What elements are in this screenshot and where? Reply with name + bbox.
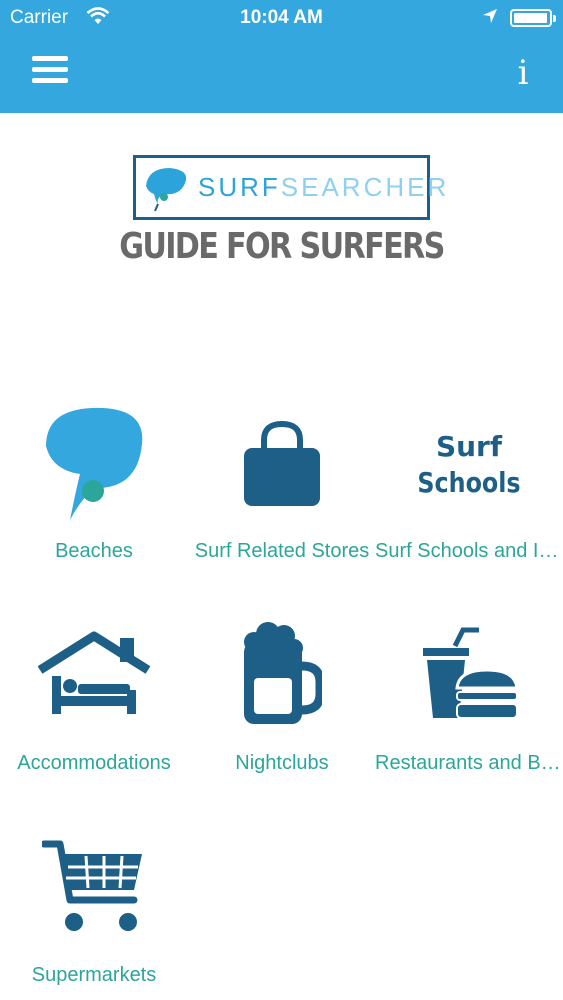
- hamburger-line: [32, 67, 68, 72]
- house-bed-icon: [0, 612, 188, 742]
- surf-schools-icon-text: Schools: [417, 467, 520, 499]
- shopping-bag-icon: [188, 400, 376, 530]
- category-label: Beaches: [55, 540, 133, 562]
- beer-mug-icon: [188, 612, 376, 742]
- category-supermarkets[interactable]: Supermarkets: [0, 824, 188, 1000]
- category-surf-schools[interactable]: Surf Schools Surf Schools and Instructor…: [375, 400, 563, 600]
- hamburger-line: [32, 78, 68, 83]
- menu-button[interactable]: [32, 56, 68, 88]
- category-restaurants-and-bars[interactable]: Restaurants and Bars: [375, 612, 563, 812]
- logo-text-surf: SURF: [198, 172, 281, 202]
- surfsearcher-logo: SURFSEARCHER: [133, 155, 446, 220]
- logo-text: SURFSEARCHER: [198, 172, 449, 203]
- surf-schools-icon: Surf Schools: [375, 400, 563, 530]
- category-label: Surf Related Stores: [194, 540, 370, 562]
- shopping-cart-icon: [0, 824, 188, 954]
- drink-burger-icon: [375, 612, 563, 742]
- category-label: Accommodations: [17, 752, 171, 774]
- category-label: Supermarkets: [31, 964, 157, 986]
- logo-text-searcher: SEARCHER: [280, 172, 450, 202]
- category-label: Nightclubs: [235, 752, 329, 774]
- category-label: Surf Schools and Instructors: [375, 540, 563, 562]
- surf-schools-icon-text: Surf: [436, 430, 503, 463]
- category-accommodations[interactable]: Accommodations: [0, 612, 188, 812]
- tagline: GUIDE FOR SURFERS: [119, 226, 445, 267]
- category-nightclubs[interactable]: Nightclubs: [188, 612, 376, 812]
- location-arrow-icon: [482, 8, 498, 30]
- status-bar: Carrier 10:04 AM: [0, 0, 563, 38]
- wave-logo-icon: [146, 168, 187, 212]
- hamburger-menu-icon: [32, 56, 68, 61]
- top-bar: Carrier 10:04 AM i: [0, 0, 563, 113]
- battery-icon: [510, 9, 556, 27]
- wave-icon: [0, 400, 188, 530]
- category-beaches[interactable]: Beaches: [0, 400, 188, 600]
- info-button[interactable]: i: [508, 53, 538, 93]
- category-label: Restaurants and Bars: [375, 752, 563, 774]
- category-surf-related-stores[interactable]: Surf Related Stores: [188, 400, 376, 600]
- status-time: 10:04 AM: [240, 7, 323, 28]
